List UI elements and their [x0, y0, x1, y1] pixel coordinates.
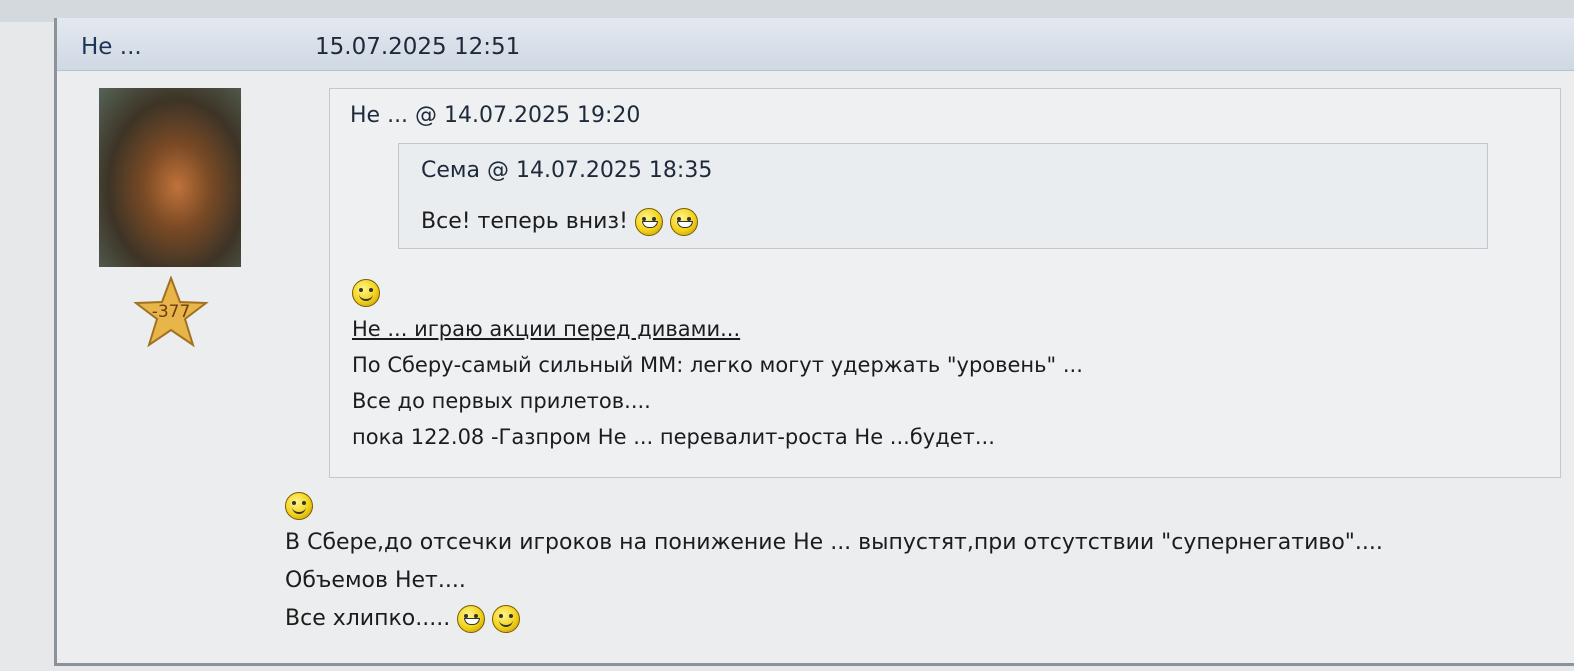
laughing-smiley-icon — [634, 208, 663, 236]
quote-line: Все до первых прилетов.... — [352, 389, 651, 413]
post-date: 15.07.2025 12:51 — [315, 34, 521, 60]
post-body: В Сбере,до отсечки игроков на понижение … — [285, 492, 1383, 638]
smiling-smiley-icon — [285, 492, 313, 520]
rank-badge: -377 — [133, 275, 209, 348]
quote-header: Не ... @ 14.07.2025 19:20 — [350, 103, 641, 128]
post-line: В Сбере,до отсечки игроков на понижение … — [285, 530, 1383, 555]
nested-quote-text-row: Все! теперь вниз! — [421, 208, 698, 236]
laughing-smiley-icon — [457, 605, 486, 633]
quote-block: Не ... @ 14.07.2025 19:20 Сема @ 14.07.2… — [329, 88, 1561, 478]
nested-quote-text: Все! теперь вниз! — [421, 209, 628, 234]
post-line: Все хлипко..... — [285, 606, 451, 631]
quote-body: Не ... играю акции перед дивами... По Сб… — [352, 279, 1083, 455]
post-last-line-row: Все хлипко..... — [285, 600, 1383, 638]
quote-line: пока 122.08 -Газпром Не ... перевалит-ро… — [352, 425, 995, 449]
laughing-smiley-icon — [669, 208, 698, 236]
thinking-smiley-icon — [352, 279, 380, 307]
nested-quote-block: Сема @ 14.07.2025 18:35 Все! теперь вниз… — [398, 143, 1488, 249]
quote-line: Не ... играю акции перед дивами... — [352, 317, 741, 341]
post-line: Объемов Нет.... — [285, 568, 466, 593]
nested-quote-header: Сема @ 14.07.2025 18:35 — [421, 158, 713, 183]
post-author[interactable]: Не ... — [81, 34, 142, 60]
quote-line: По Сберу-самый сильный ММ: легко могут у… — [352, 353, 1083, 377]
avatar[interactable] — [99, 88, 241, 267]
post-header: Не ... 15.07.2025 12:51 — [57, 18, 1574, 71]
forum-post: Не ... 15.07.2025 12:51 -377 Не ... @ 14… — [54, 18, 1574, 666]
rank-value: -377 — [151, 302, 191, 322]
winking-smiley-icon — [492, 605, 521, 633]
